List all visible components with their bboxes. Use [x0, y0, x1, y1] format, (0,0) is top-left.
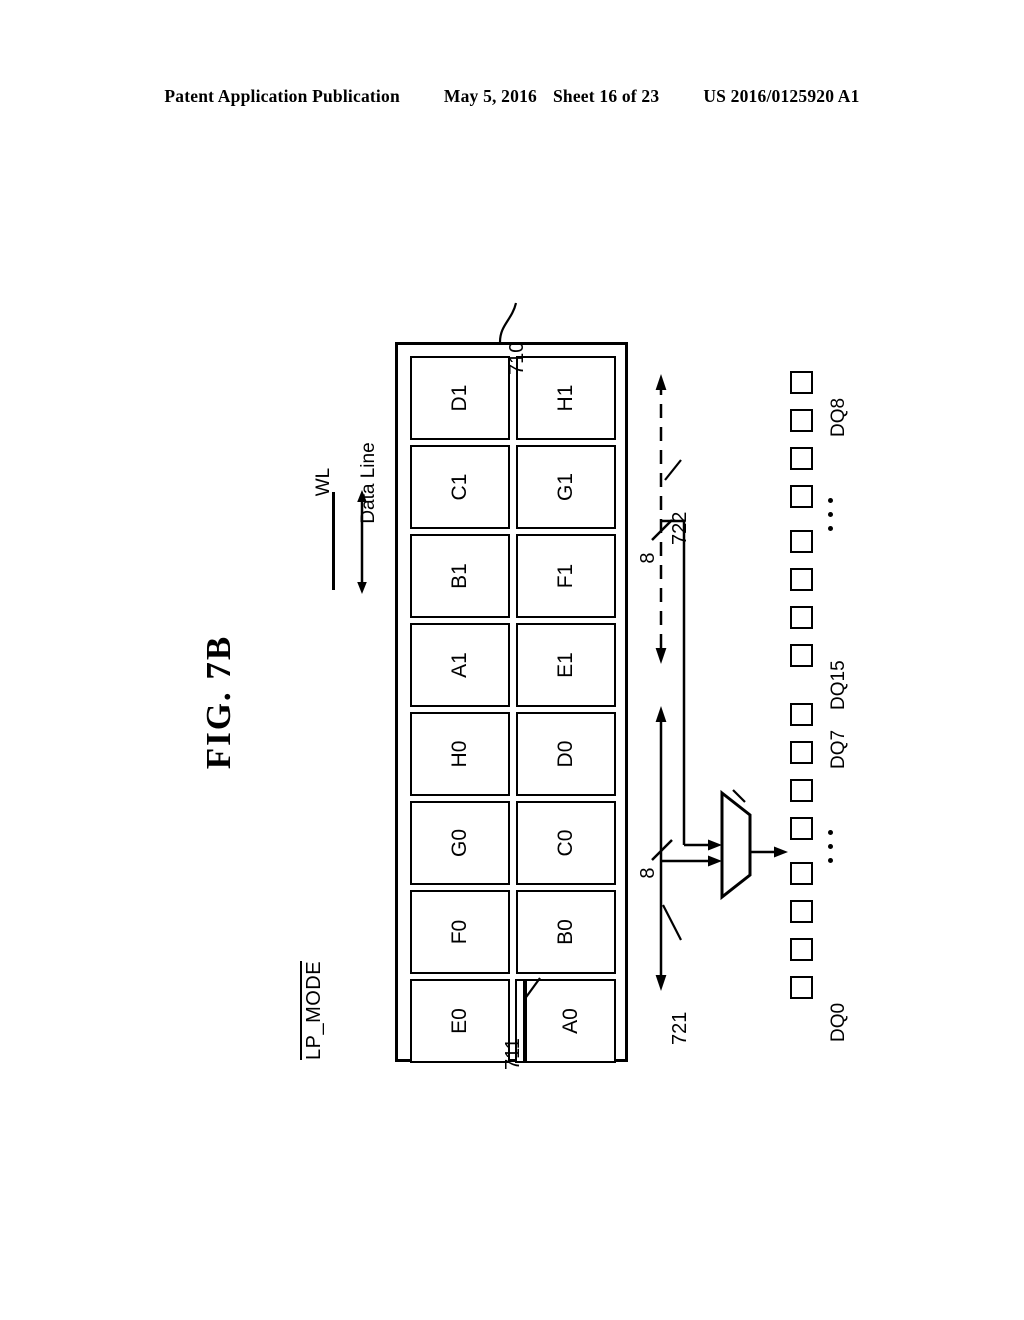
memory-cell[interactable]: G0	[410, 801, 510, 885]
memory-bank-710: D1 C1 B1 A1 H0 G0 F0 E0 H1 G1 F1 E1 D0 C…	[395, 342, 628, 1063]
memory-cell-label: B1	[448, 563, 471, 589]
memory-cell[interactable]: H1	[516, 356, 616, 440]
memory-cell[interactable]: F1	[516, 534, 616, 618]
dq-label-dq0: DQ0	[828, 1002, 849, 1042]
mux-output-arrow	[774, 846, 788, 858]
memory-cell-label: B0	[554, 919, 577, 945]
dq-pad[interactable]	[790, 568, 813, 591]
memory-cell[interactable]: D0	[516, 712, 616, 796]
bus-722-arrow-top	[655, 374, 667, 390]
memory-cell[interactable]: E0	[410, 979, 510, 1063]
dq-pad[interactable]	[790, 644, 813, 667]
dq-label-dq7: DQ7	[828, 729, 849, 769]
leader-721	[662, 904, 682, 941]
bus-721-arrow-top	[655, 706, 667, 722]
memory-cell-label: E1	[554, 652, 577, 678]
dq-pad[interactable]	[790, 900, 813, 923]
memory-cell[interactable]: A1	[410, 623, 510, 707]
ref-710: 710	[506, 341, 528, 375]
dq-pad[interactable]	[790, 485, 813, 508]
figure-title: FIG. 7B	[199, 634, 238, 770]
memory-cell-label: H1	[554, 384, 577, 412]
mux-input-upper-arrow	[708, 839, 722, 851]
memory-cell-label: C0	[554, 829, 577, 857]
memory-cell[interactable]: E1	[516, 623, 616, 707]
ref-730: 730	[733, 836, 755, 870]
ref-721: 721	[669, 1011, 691, 1045]
mux-input-lower-arrow	[708, 855, 722, 867]
memory-cell[interactable]: G1	[516, 445, 616, 529]
dq-ellipsis-upper	[828, 498, 836, 538]
dq-pad[interactable]	[790, 938, 813, 961]
memory-cell[interactable]: C1	[410, 445, 510, 529]
memory-cell-label: F0	[448, 919, 471, 945]
dq-ellipsis-lower	[828, 830, 836, 870]
memory-cell-label: E0	[448, 1008, 471, 1034]
bus-width-lower: 8	[637, 867, 659, 879]
bus-722-routing	[661, 519, 686, 845]
dq-pad[interactable]	[790, 530, 813, 553]
memory-cell-label: F1	[554, 563, 577, 589]
dq-label-dq8: DQ8	[828, 397, 849, 437]
memory-cell-label: G0	[448, 829, 471, 858]
dq-pad[interactable]	[790, 741, 813, 764]
dq-pad[interactable]	[790, 703, 813, 726]
legend-data-line-arrow	[357, 490, 367, 594]
header-date: May 5, 2016	[443, 86, 537, 106]
memory-cell-a0[interactable]: A0	[525, 979, 616, 1063]
dq-pad[interactable]	[790, 606, 813, 629]
bus-722-arrow-bottom	[655, 648, 667, 664]
memory-cell-label: A1	[448, 652, 471, 678]
dq-pad[interactable]	[790, 371, 813, 394]
memory-cell-label: H0	[448, 740, 471, 768]
bus-width-upper: 8	[637, 552, 659, 564]
dq-pad[interactable]	[790, 862, 813, 885]
bus-721-slash	[651, 839, 673, 861]
header-publication: Patent Application Publication	[164, 86, 400, 106]
memory-cell[interactable]: C0	[516, 801, 616, 885]
memory-cell[interactable]: F0	[410, 890, 510, 974]
bus-721-arrow-bottom	[655, 975, 667, 991]
dq-pad[interactable]	[790, 817, 813, 840]
ref-711: 711	[502, 1038, 524, 1070]
dq-pad[interactable]	[790, 976, 813, 999]
page-header: Patent Application Publication May 5, 20…	[0, 86, 1024, 107]
memory-cell[interactable]: H0	[410, 712, 510, 796]
header-patent-number: US 2016/0125920 A1	[703, 86, 860, 106]
lp-mode-text: LP_MODE	[300, 960, 326, 1060]
dq-pad[interactable]	[790, 409, 813, 432]
memory-cell[interactable]: D1	[410, 356, 510, 440]
memory-cell[interactable]: B0	[516, 890, 616, 974]
memory-cell-label: C1	[448, 473, 471, 501]
memory-cell-label: A0	[558, 1008, 582, 1034]
lp-mode-label: LP_MODE	[300, 940, 330, 1060]
legend-wl-line	[332, 492, 335, 590]
dq-pad[interactable]	[790, 447, 813, 470]
memory-cell-label: D1	[448, 384, 471, 412]
header-sheet: Sheet 16 of 23	[552, 86, 660, 106]
ref-722: 722	[669, 511, 691, 545]
memory-cell-label: D0	[554, 740, 577, 768]
memory-cell[interactable]: B1	[410, 534, 510, 618]
dq-pad[interactable]	[790, 779, 813, 802]
memory-cell-label: G1	[554, 473, 577, 502]
